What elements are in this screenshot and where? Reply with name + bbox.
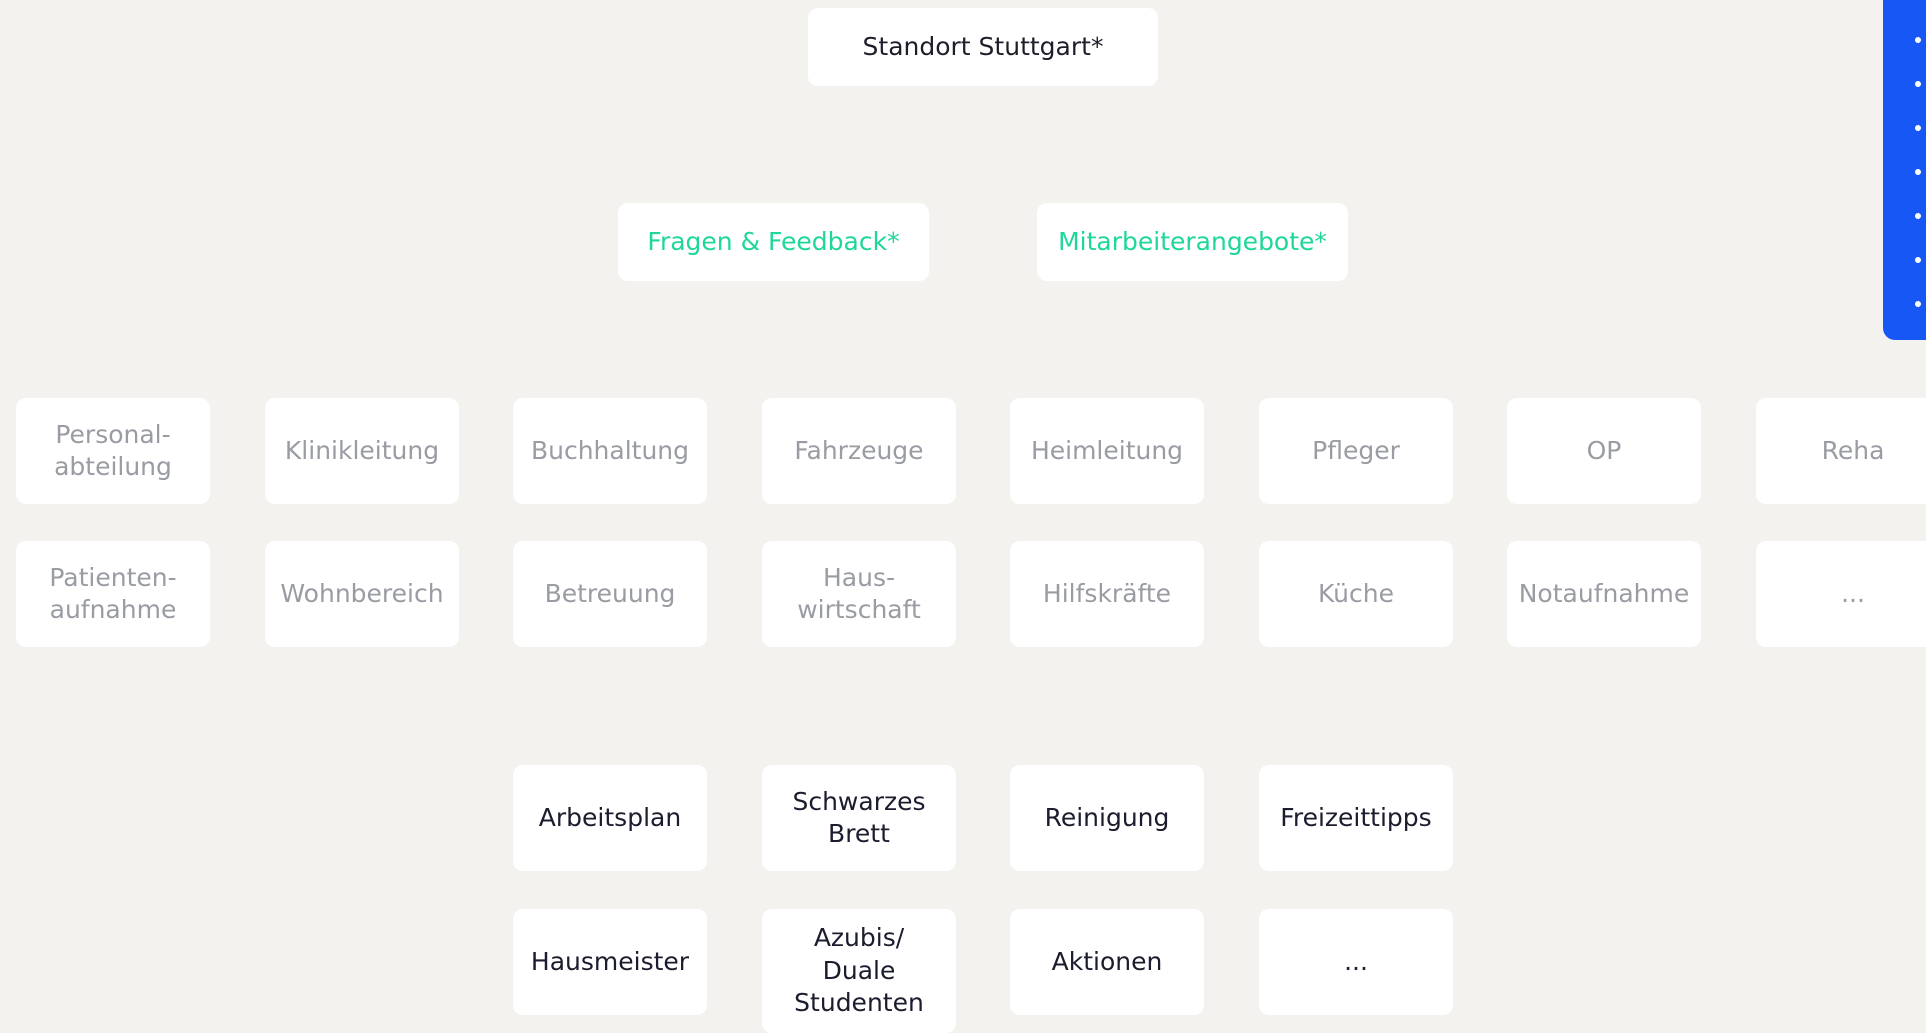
dept-more[interactable]: ... [1756, 541, 1926, 647]
dept-patientenaufnahme[interactable]: Patienten- aufnahme [16, 541, 210, 647]
dept-op[interactable]: OP [1507, 398, 1701, 504]
dept-label: OP [1586, 435, 1622, 465]
node-fragen-feedback[interactable]: Fragen & Feedback* [618, 203, 929, 281]
node-standort-stuttgart[interactable]: Standort Stuttgart* [808, 8, 1158, 86]
node-mitarbeiterangebote[interactable]: Mitarbeiterangebote* [1037, 203, 1348, 281]
topic-aktionen[interactable]: Aktionen [1010, 909, 1204, 1015]
topic-label: Hausmeister [530, 946, 690, 976]
dept-label: Küche [1318, 578, 1394, 608]
topic-label: ... [1344, 946, 1368, 976]
topic-arbeitsplan[interactable]: Arbeitsplan [513, 765, 707, 871]
topic-label: Arbeitsplan [538, 802, 682, 832]
dept-label: Personal- abteilung [54, 419, 172, 482]
dept-label: Buchhaltung [530, 435, 690, 465]
topic-label: Aktionen [1051, 946, 1163, 976]
bullet-icon [1915, 257, 1921, 263]
dept-hilfskraefte[interactable]: Hilfskräfte [1010, 541, 1204, 647]
topic-schwarzes-brett[interactable]: Schwarzes Brett [762, 765, 956, 871]
dept-label: ... [1841, 578, 1865, 608]
topic-label: Schwarzes Brett [792, 786, 926, 849]
topic-reinigung[interactable]: Reinigung [1010, 765, 1204, 871]
dept-label: Pfleger [1312, 435, 1400, 465]
dept-kueche[interactable]: Küche [1259, 541, 1453, 647]
side-panel[interactable] [1883, 0, 1926, 340]
topic-freizeittipps[interactable]: Freizeittipps [1259, 765, 1453, 871]
bullet-icon [1915, 81, 1921, 87]
bullet-icon [1915, 37, 1921, 43]
topic-label: Azubis/ Duale Studenten [794, 923, 924, 1018]
dept-label: Heimleitung [1030, 435, 1184, 465]
dept-fahrzeuge[interactable]: Fahrzeuge [762, 398, 956, 504]
topic-more[interactable]: ... [1259, 909, 1453, 1015]
dept-hauswirtschaft[interactable]: Haus- wirtschaft [762, 541, 956, 647]
dept-label: Fahrzeuge [794, 435, 924, 465]
dept-klinikleitung[interactable]: Klinikleitung [265, 398, 459, 504]
topic-azubis-duale-studenten[interactable]: Azubis/ Duale Studenten [762, 909, 956, 1033]
bullet-icon [1915, 125, 1921, 131]
dept-pfleger[interactable]: Pfleger [1259, 398, 1453, 504]
topic-label: Reinigung [1044, 802, 1170, 832]
dept-betreuung[interactable]: Betreuung [513, 541, 707, 647]
dept-notaufnahme[interactable]: Notaufnahme [1507, 541, 1701, 647]
node-label: Mitarbeiterangebote* [1058, 226, 1327, 256]
dept-personalabteilung[interactable]: Personal- abteilung [16, 398, 210, 504]
topic-hausmeister[interactable]: Hausmeister [513, 909, 707, 1015]
dept-label: Patienten- aufnahme [49, 562, 177, 625]
dept-label: Wohnbereich [280, 578, 444, 608]
bullet-icon [1915, 213, 1921, 219]
dept-wohnbereich[interactable]: Wohnbereich [265, 541, 459, 647]
dept-label: Haus- wirtschaft [797, 562, 921, 625]
dept-label: Notaufnahme [1518, 578, 1690, 608]
dept-label: Klinikleitung [284, 435, 440, 465]
dept-label: Betreuung [544, 578, 676, 608]
node-label: Fragen & Feedback* [647, 226, 900, 256]
node-label: Standort Stuttgart* [862, 31, 1104, 61]
dept-reha[interactable]: Reha [1756, 398, 1926, 504]
topic-label: Freizeittipps [1280, 802, 1432, 832]
dept-buchhaltung[interactable]: Buchhaltung [513, 398, 707, 504]
dept-label: Reha [1821, 435, 1885, 465]
bullet-icon [1915, 169, 1921, 175]
bullet-icon [1915, 301, 1921, 307]
dept-label: Hilfskräfte [1042, 578, 1172, 608]
dept-heimleitung[interactable]: Heimleitung [1010, 398, 1204, 504]
